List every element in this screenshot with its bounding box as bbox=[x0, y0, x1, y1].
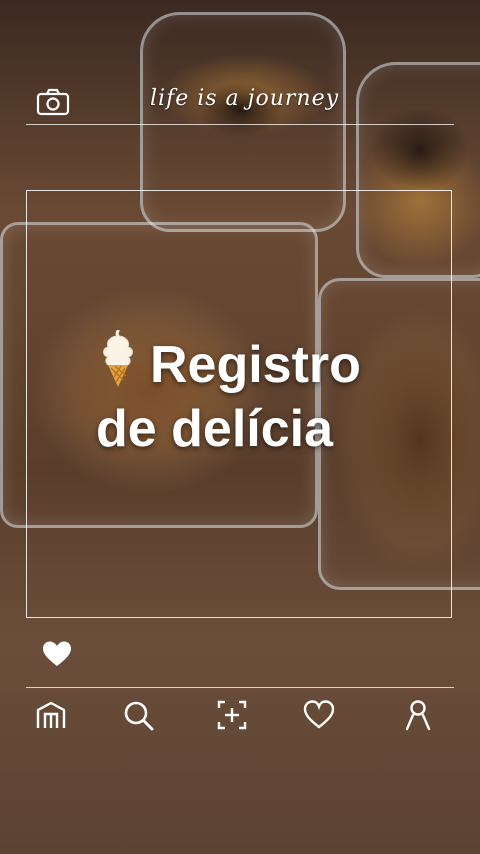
post-headline: Registro de delícia bbox=[96, 330, 456, 461]
heart-outline-icon[interactable] bbox=[302, 698, 336, 732]
heart-icon[interactable] bbox=[42, 640, 72, 668]
soft-serve-ice-cream-icon bbox=[103, 330, 133, 387]
headline-line-2: de delícia bbox=[96, 400, 333, 458]
profile-icon[interactable] bbox=[401, 698, 435, 732]
top-bar: life is a journey bbox=[0, 80, 480, 126]
bottom-nav bbox=[0, 698, 480, 734]
add-post-icon[interactable] bbox=[215, 698, 249, 732]
headline-line-1: Registro bbox=[150, 336, 361, 394]
search-icon[interactable] bbox=[121, 698, 155, 732]
camera-icon[interactable] bbox=[36, 88, 70, 116]
home-icon[interactable] bbox=[34, 698, 68, 732]
app-title: life is a journey bbox=[150, 86, 340, 111]
top-divider bbox=[26, 124, 454, 125]
bottom-divider bbox=[26, 687, 454, 688]
